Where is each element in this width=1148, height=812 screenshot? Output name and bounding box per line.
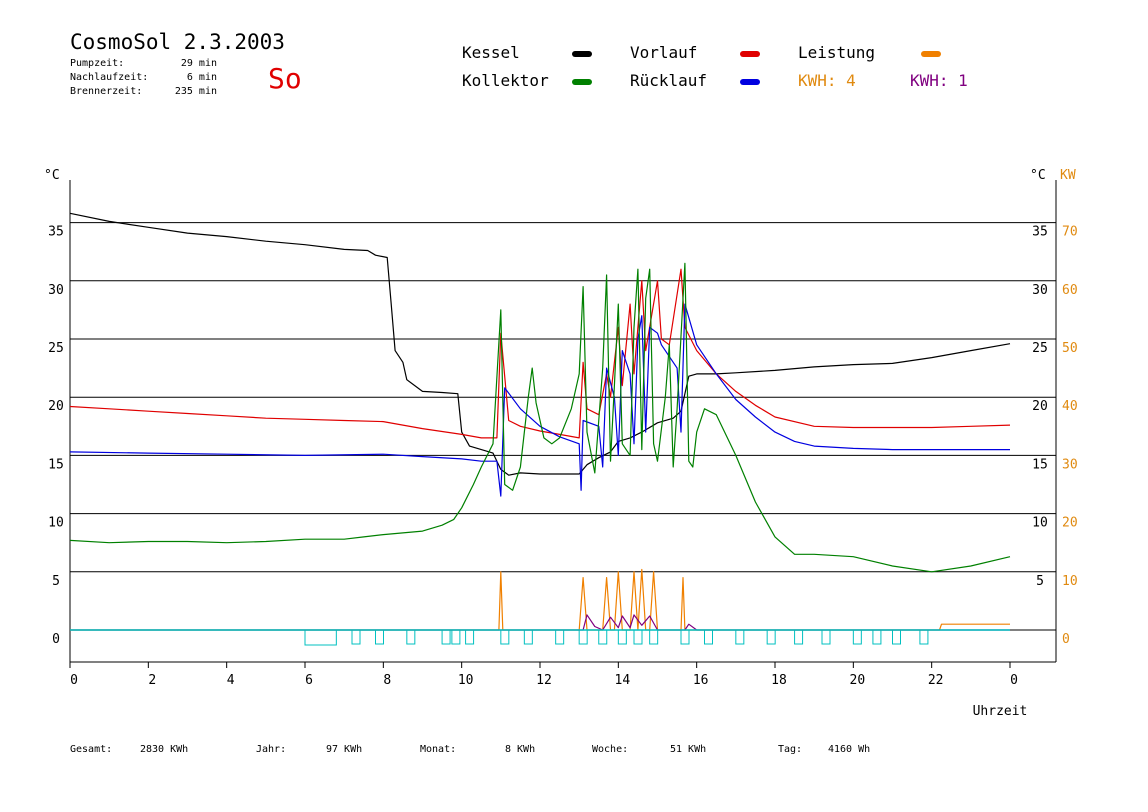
y-axis-right-title: °C [1030, 168, 1046, 183]
pump-pulse-1 [375, 630, 384, 645]
y-tick-kw-60: 60 [1062, 283, 1078, 298]
y-tick-right-25: 25 [1032, 341, 1048, 356]
y-tick-kw-20: 20 [1062, 516, 1078, 531]
y-tick-right-5: 5 [1036, 574, 1044, 589]
x-tick-12: 0 [1010, 673, 1018, 688]
y-tick-right-30: 30 [1032, 283, 1048, 298]
y-tick-left-35: 35 [48, 225, 64, 240]
pump-pulse-20 [852, 630, 862, 645]
y-tick-kw-40: 40 [1062, 399, 1078, 414]
y-tick-left-15: 15 [48, 457, 64, 472]
series-line-rcklauf [69, 303, 1010, 497]
x-tick-1: 2 [148, 673, 156, 688]
x-tick-7: 14 [615, 673, 631, 688]
footer-monat-value: 8 KWh [505, 744, 536, 755]
y-axis-kw-title: KW [1060, 168, 1076, 183]
y-tick-kw-70: 70 [1062, 225, 1078, 240]
x-tick-5: 10 [458, 673, 474, 688]
y-tick-left-25: 25 [48, 341, 64, 356]
footer-woche-value: 51 KWh [670, 744, 707, 755]
pump-pulse-6 [500, 630, 510, 645]
footer-gesamt-value: 2830 KWh [140, 744, 189, 755]
y-tick-kw-50: 50 [1062, 341, 1078, 356]
x-tick-6: 12 [536, 673, 552, 688]
y-tick-right-35: 35 [1032, 225, 1048, 240]
footer-jahr-value: 97 KWh [326, 744, 363, 755]
series-line-kessel [69, 212, 1011, 476]
x-tick-9: 18 [771, 673, 787, 688]
y-tick-left-10: 10 [48, 516, 64, 531]
pump-pulse-18 [794, 630, 804, 645]
y-tick-kw-0: 0 [1062, 632, 1070, 647]
pump-pulse-9 [578, 630, 588, 645]
y-tick-right-10: 10 [1032, 516, 1048, 531]
y-tick-right-20: 20 [1032, 399, 1048, 414]
pump-pulse-14 [680, 630, 690, 645]
x-tick-4: 8 [383, 673, 391, 688]
pump-pulse-22 [892, 630, 901, 645]
pump-pulse-2 [406, 630, 416, 645]
pump-pulse-16 [735, 630, 745, 645]
y-axis-left-title: °C [44, 168, 60, 183]
x-tick-11: 22 [928, 673, 944, 688]
pump-pulse-5 [465, 630, 475, 645]
x-tick-2: 4 [227, 673, 235, 688]
temperature-chart: °C °C KW0510152025303551015202530350102030… [44, 168, 1078, 719]
pump-pulse-4 [451, 630, 461, 645]
y-tick-left-0: 0 [52, 632, 60, 647]
pump-pulse-3 [441, 630, 451, 645]
x-axis-title: Uhrzeit [973, 704, 1028, 719]
x-tick-10: 20 [850, 673, 866, 688]
footer-tag-value: 4160 Wh [828, 744, 871, 755]
pump-pulse-17 [766, 630, 776, 645]
footer-tag-label: Tag: [778, 744, 803, 755]
y-tick-kw-10: 10 [1062, 574, 1078, 589]
y-tick-left-5: 5 [52, 574, 60, 589]
pump-pulse-12 [633, 630, 643, 645]
footer-monat-label: Monat: [420, 744, 457, 755]
x-tick-8: 16 [693, 673, 709, 688]
y-tick-left-30: 30 [48, 283, 64, 298]
pump-pulse-11 [617, 630, 627, 645]
x-tick-0: 0 [70, 673, 78, 688]
y-tick-kw-30: 30 [1062, 457, 1078, 472]
pump-pulse-15 [704, 630, 713, 645]
series-line-kollektor [69, 262, 1011, 573]
pump-pulse-0 [351, 630, 361, 645]
footer-jahr-label: Jahr: [256, 744, 287, 755]
footer-woche-label: Woche: [592, 744, 629, 755]
series-line-leistung [70, 568, 1010, 631]
pump-pulse-23 [919, 630, 929, 645]
x-tick-3: 6 [305, 673, 313, 688]
pump-pulse-8 [555, 630, 565, 645]
pump-pulse-13 [649, 630, 659, 645]
pump-pulse-7 [523, 630, 533, 645]
footer-gesamt-label: Gesamt: [70, 744, 113, 755]
pump-pulse-19 [821, 630, 831, 645]
pump-pulse-10 [598, 630, 608, 645]
pump-block [304, 630, 337, 646]
y-tick-left-20: 20 [48, 399, 64, 414]
y-tick-right-15: 15 [1032, 457, 1048, 472]
series-line-kwh [70, 614, 1010, 631]
series-line-vorlauf [69, 268, 1011, 439]
pump-pulse-21 [872, 630, 882, 645]
